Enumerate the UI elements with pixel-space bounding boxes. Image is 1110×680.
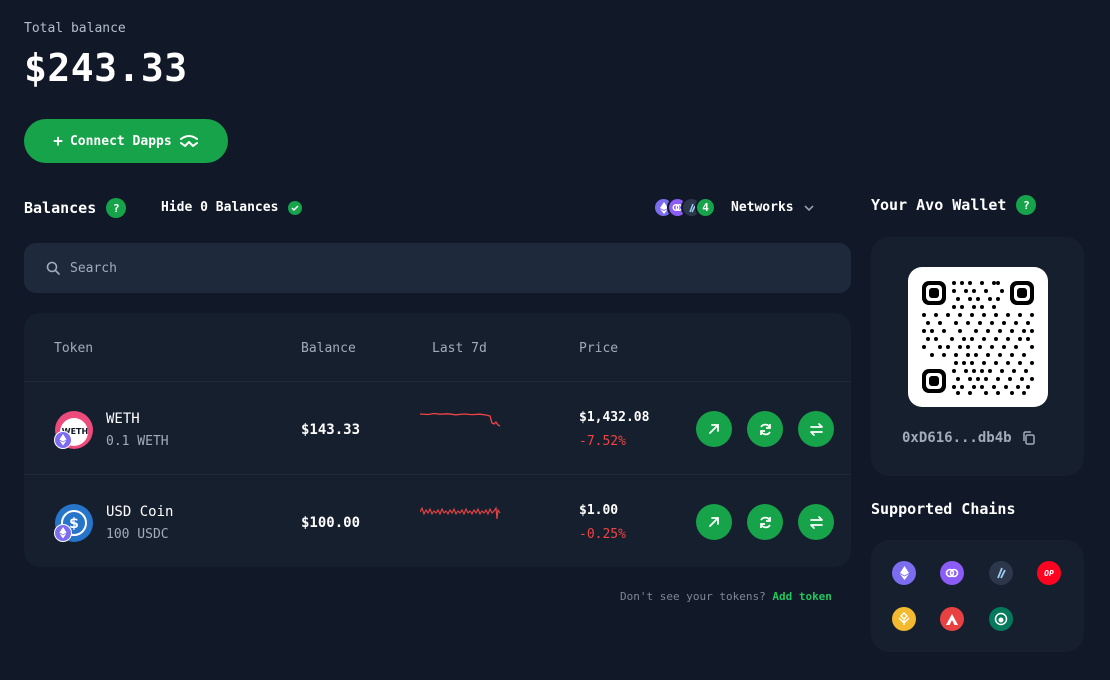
supported-chains-title: Supported Chains xyxy=(871,500,1016,518)
hide-zero-balances-toggle[interactable]: Hide 0 Balances xyxy=(161,200,303,215)
supported-chains-card: OP xyxy=(871,540,1084,652)
networks-label: Networks xyxy=(731,200,794,215)
hide-zero-label: Hide 0 Balances xyxy=(161,200,279,215)
weth-token-icon: WETH xyxy=(54,410,94,450)
refresh-icon xyxy=(759,516,771,528)
token-name: WETH xyxy=(106,411,140,427)
column-header-token: Token xyxy=(54,341,94,356)
send-button[interactable] xyxy=(696,411,732,447)
networks-dropdown[interactable]: Networks xyxy=(731,200,814,215)
networks-count-badge: 4 xyxy=(695,197,716,218)
avalanche-chain-icon[interactable] xyxy=(940,607,964,631)
table-row[interactable]: WETH WETH 0.1 WETH $143.33 $1,432.08 -7.… xyxy=(24,381,851,474)
chevron-down-icon xyxy=(804,204,814,211)
balances-title: Balances xyxy=(24,199,97,217)
swap-arrows-icon xyxy=(809,422,823,436)
search-bar xyxy=(24,243,851,293)
token-balance: $143.33 xyxy=(301,422,361,438)
price-change: -0.25% xyxy=(579,527,626,542)
dashboard: Total balance $243.33 + Connect Dapps Ba… xyxy=(0,0,1110,680)
token-price: $1,432.08 xyxy=(579,410,650,425)
connect-dapps-label: Connect Dapps xyxy=(69,133,172,149)
polygon-chain-icon[interactable] xyxy=(940,561,964,585)
bnb-chain-icon[interactable] xyxy=(892,607,916,631)
column-header-balance: Balance xyxy=(301,341,356,356)
wallet-address-text: 0xD616...db4b xyxy=(902,430,1012,446)
table-row[interactable]: $ USD Coin 100 USDC $100.00 $1.00 -0.25% xyxy=(24,474,851,567)
missing-tokens-note: Don't see your tokens? Add token xyxy=(620,590,832,603)
wallet-title: Your Avo Wallet xyxy=(871,196,1007,214)
missing-tokens-text: Don't see your tokens? xyxy=(620,590,766,603)
usdc-token-icon: $ xyxy=(54,503,94,543)
token-amount: 100 USDC xyxy=(106,527,169,542)
token-table: Token Balance Last 7d Price WETH WETH 0.… xyxy=(24,313,851,567)
plus-icon: + xyxy=(53,131,63,150)
wallet-card: 0xD616...db4b xyxy=(871,237,1084,476)
swap-button[interactable] xyxy=(798,411,834,447)
balances-header: Balances ? xyxy=(24,198,127,218)
network-icons-group[interactable]: 4 xyxy=(653,197,716,218)
add-token-link[interactable]: Add token xyxy=(772,590,832,603)
wallet-header: Your Avo Wallet ? xyxy=(871,195,1037,215)
swap-arrows-icon xyxy=(809,515,823,529)
wallet-qr-code xyxy=(908,267,1048,407)
arrow-up-right-icon xyxy=(709,517,719,527)
search-icon xyxy=(46,261,60,275)
wallet-help-icon[interactable]: ? xyxy=(1016,195,1037,215)
token-amount: 0.1 WETH xyxy=(106,434,169,449)
sparkline-chart xyxy=(420,412,501,427)
optimism-chain-icon[interactable]: OP xyxy=(1037,561,1061,585)
token-price: $1.00 xyxy=(579,503,619,518)
balances-help-icon[interactable]: ? xyxy=(106,198,127,218)
column-header-price: Price xyxy=(579,341,619,356)
send-button[interactable] xyxy=(696,504,732,540)
token-name: USD Coin xyxy=(106,504,174,520)
wallet-address: 0xD616...db4b xyxy=(902,430,1036,446)
search-input[interactable] xyxy=(70,260,770,276)
refresh-icon xyxy=(759,423,771,435)
token-balance: $100.00 xyxy=(301,515,361,531)
check-icon xyxy=(288,200,303,215)
total-balance-value: $243.33 xyxy=(24,46,188,90)
bridge-button[interactable] xyxy=(747,411,783,447)
arbitrum-chain-icon[interactable] xyxy=(989,561,1013,585)
connect-dapps-button[interactable]: + Connect Dapps xyxy=(24,119,228,163)
copy-icon[interactable] xyxy=(1022,431,1036,445)
qr-code-icon xyxy=(922,281,1034,395)
gnosis-chain-icon[interactable] xyxy=(989,607,1013,631)
ethereum-chain-icon[interactable] xyxy=(892,561,916,585)
sparkline-chart xyxy=(420,506,501,520)
column-header-last-7d: Last 7d xyxy=(432,341,487,356)
total-balance-label: Total balance xyxy=(24,21,126,36)
walletconnect-icon xyxy=(179,135,198,147)
bridge-button[interactable] xyxy=(747,504,783,540)
arrow-up-right-icon xyxy=(709,424,719,434)
swap-button[interactable] xyxy=(798,504,834,540)
price-change: -7.52% xyxy=(579,434,626,449)
